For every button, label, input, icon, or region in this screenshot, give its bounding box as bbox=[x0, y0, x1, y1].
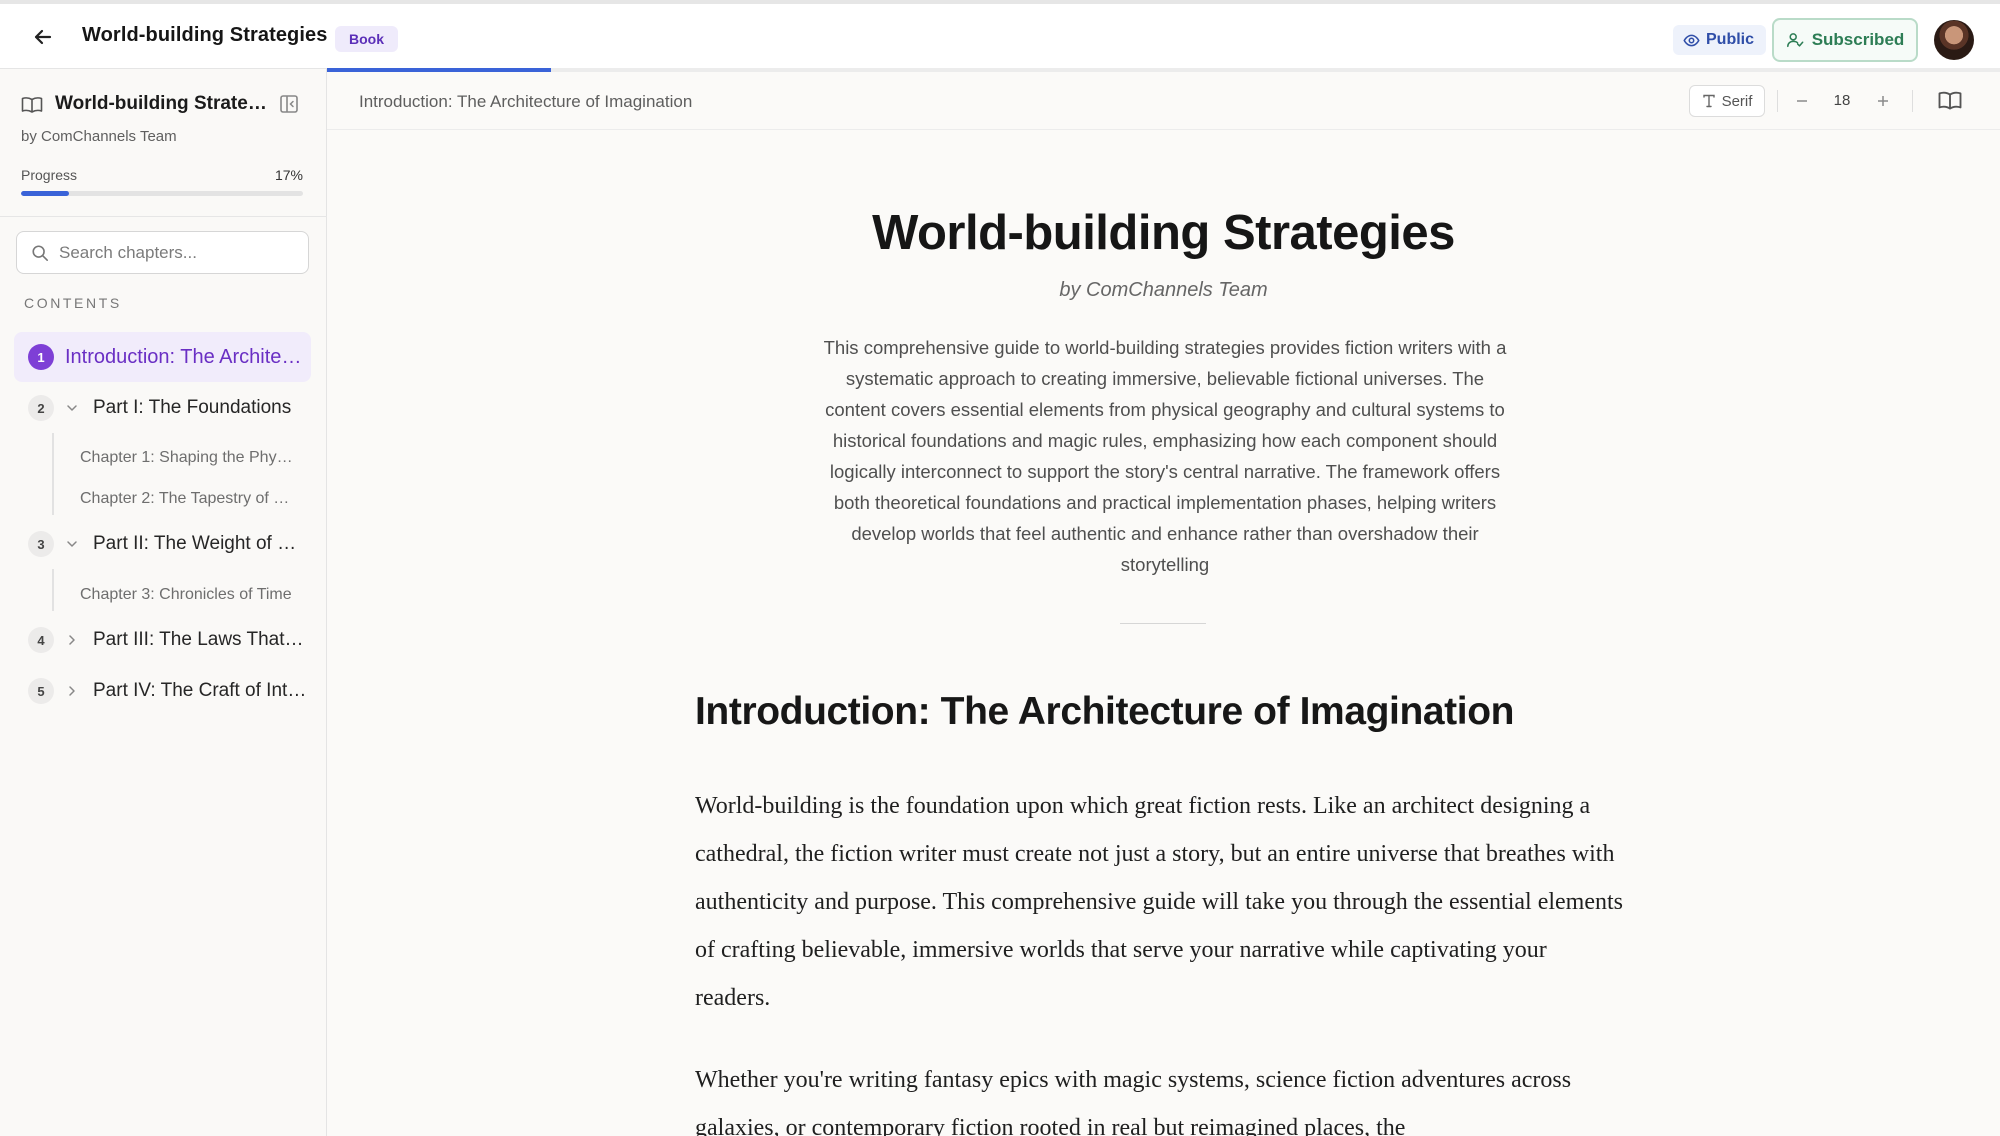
progress-value: 17% bbox=[274, 167, 303, 183]
font-size-value: 18 bbox=[1833, 92, 1851, 109]
toc-subitem-chapter-1[interactable]: Chapter 1: Shaping the Physical World bbox=[80, 443, 300, 473]
reader-pane: Introduction: The Architecture of Imagin… bbox=[327, 72, 2000, 1136]
toc-item-part-2[interactable]: 3 Part II: The Weight of History bbox=[14, 519, 311, 569]
toc-branch-line bbox=[52, 433, 54, 515]
user-check-icon bbox=[1786, 33, 1804, 48]
minus-icon bbox=[1797, 100, 1807, 102]
toolbar-separator bbox=[1912, 90, 1913, 112]
search-input[interactable] bbox=[59, 242, 289, 263]
chapter-heading: Introduction: The Architecture of Imagin… bbox=[695, 690, 1515, 733]
toc-number: 1 bbox=[28, 344, 54, 370]
toc-label: Part II: The Weight of History bbox=[93, 533, 307, 554]
font-family-button[interactable]: Serif bbox=[1689, 85, 1765, 117]
visibility-label: Public bbox=[1706, 31, 1755, 48]
sidebar-collapse-icon[interactable] bbox=[278, 93, 300, 115]
reader-toolbar: Introduction: The Architecture of Imagin… bbox=[327, 72, 2000, 130]
back-button[interactable] bbox=[26, 20, 60, 54]
toc-number: 2 bbox=[28, 395, 54, 421]
toc-number: 5 bbox=[28, 678, 54, 704]
toc-number: 4 bbox=[28, 627, 54, 653]
sidebar-author: by ComChannels Team bbox=[21, 128, 177, 145]
type-badge: Book bbox=[335, 26, 398, 52]
toolbar-separator bbox=[1777, 90, 1778, 112]
section-divider bbox=[1120, 623, 1206, 624]
toc-subitem-chapter-2[interactable]: Chapter 2: The Tapestry of Culture bbox=[80, 484, 300, 514]
chevron-down-icon[interactable] bbox=[65, 401, 79, 415]
avatar[interactable] bbox=[1934, 20, 1974, 60]
progress-bar bbox=[21, 191, 69, 196]
toc-label: Introduction: The Architecture of Imagin… bbox=[65, 345, 305, 368]
sidebar: World-building Strategies by ComChannels… bbox=[0, 69, 327, 1136]
visibility-badge[interactable]: Public bbox=[1673, 25, 1767, 55]
toc-item-part-4[interactable]: 5 Part IV: The Craft of Integration bbox=[14, 666, 311, 716]
chapter-search[interactable] bbox=[16, 231, 309, 274]
book-author: by ComChannels Team bbox=[1059, 279, 1268, 301]
progress-label: Progress bbox=[21, 167, 78, 183]
book-title: World-building Strategies bbox=[872, 206, 1455, 260]
reading-mode-icon[interactable] bbox=[1936, 87, 1964, 115]
arrow-left-icon bbox=[34, 29, 52, 45]
chapter-paragraph: World-building is the foundation upon wh… bbox=[695, 793, 1623, 1011]
chevron-down-icon[interactable] bbox=[65, 537, 79, 551]
toc-label: Part I: The Foundations bbox=[93, 397, 292, 418]
breadcrumb: Introduction: The Architecture of Imagin… bbox=[359, 92, 693, 111]
progress-track bbox=[21, 191, 303, 196]
book-description: This comprehensive guide to world-buildi… bbox=[823, 337, 1507, 575]
toc-label: Part III: The Laws That Govern bbox=[93, 629, 307, 650]
contents-label: CONTENTS bbox=[24, 295, 122, 311]
book-open-icon bbox=[21, 97, 43, 113]
chapter-paragraph: Whether you're writing fantasy epics wit… bbox=[695, 1067, 1572, 1136]
toc-branch-line bbox=[52, 569, 54, 611]
chevron-right-icon[interactable] bbox=[65, 633, 79, 647]
increase-font-button[interactable] bbox=[1869, 86, 1897, 116]
toc-item-part-1[interactable]: 2 Part I: The Foundations bbox=[14, 383, 311, 433]
sidebar-book-title: World-building Strategies bbox=[55, 93, 275, 114]
subscribed-label: Subscribed bbox=[1811, 30, 1905, 49]
subscribed-button[interactable]: Subscribed bbox=[1772, 18, 1918, 62]
plus-icon bbox=[1878, 96, 1888, 106]
sidebar-divider bbox=[0, 216, 327, 217]
top-bar: World-building Strategies Book Public Su… bbox=[0, 0, 2000, 69]
toc-item-introduction[interactable]: 1 Introduction: The Architecture of Imag… bbox=[14, 332, 311, 382]
search-icon bbox=[32, 244, 49, 261]
font-family-label: Serif bbox=[1721, 92, 1753, 110]
page-title: World-building Strategies bbox=[82, 24, 328, 46]
decrease-font-button[interactable] bbox=[1788, 86, 1816, 116]
eye-icon bbox=[1683, 34, 1700, 46]
toc-number: 3 bbox=[28, 531, 54, 557]
text-type-icon bbox=[1702, 94, 1715, 108]
chevron-right-icon[interactable] bbox=[65, 684, 79, 698]
toc-subitem-chapter-3[interactable]: Chapter 3: Chronicles of Time bbox=[80, 580, 300, 610]
toc-label: Part IV: The Craft of Integration bbox=[93, 680, 307, 701]
toc-item-part-3[interactable]: 4 Part III: The Laws That Govern bbox=[14, 615, 311, 665]
